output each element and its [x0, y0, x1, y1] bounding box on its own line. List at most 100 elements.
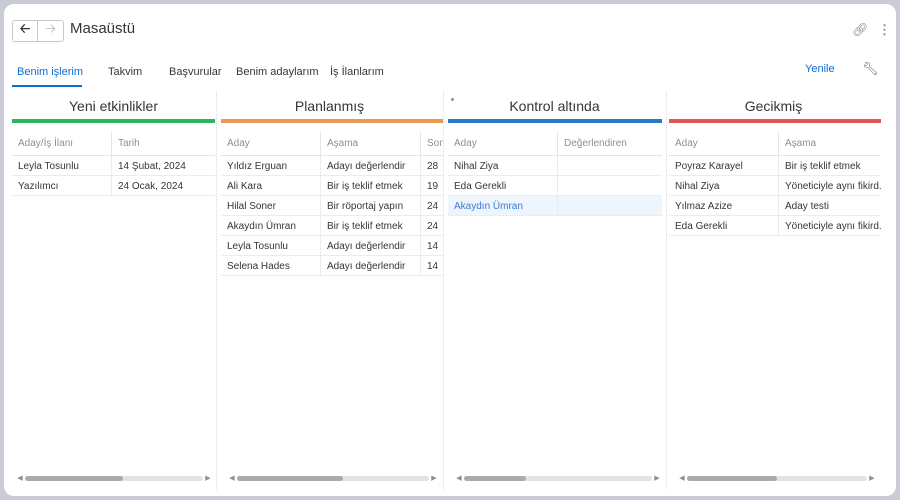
forward-button[interactable]: 🡢 [38, 21, 63, 41]
table-row[interactable]: Yılmaz Azize Aday testi [669, 196, 881, 216]
column-header[interactable]: Aday [669, 132, 779, 155]
column-new-activities: Yeni etkinlikler Aday/İş İlanı Tarih Ley… [12, 92, 215, 490]
table-body: Poyraz Karayel Bir iş teklif etmek Nihal… [669, 156, 881, 236]
table-row[interactable]: Ali Kara Bir iş teklif etmek 19 [221, 176, 443, 196]
table-body: Leyla Tosunlu 14 Şubat, 2024 Yazılımcı 2… [12, 156, 215, 196]
table-cell: Bir röportaj yapın [321, 196, 421, 215]
table-cell: Yazılımcı [12, 176, 112, 195]
scroll-left-icon[interactable]: ◀ [15, 474, 25, 482]
column-header[interactable]: Değerlendiren [558, 132, 662, 155]
table-cell: Bir iş teklif etmek [321, 216, 421, 235]
column-header[interactable]: Tarih [112, 132, 215, 155]
horizontal-scrollbar[interactable]: ◀ ▶ [15, 474, 213, 482]
table-cell: 24 [427, 221, 439, 232]
horizontal-scrollbar[interactable]: ◀ ▶ [454, 474, 662, 482]
column-header[interactable]: Aday [221, 132, 321, 155]
back-button[interactable]: 🡠 [13, 21, 38, 41]
table-cell: 14 [427, 241, 439, 252]
table-cell: Leyla Tosunlu [221, 236, 321, 255]
column-under-review: Kontrol altında Aday Değerlendiren Nihal… [443, 92, 665, 490]
table-row[interactable]: Hilal Soner Bir röportaj yapın 24 [221, 196, 443, 216]
table-cell: 14 [427, 261, 439, 272]
table-cell: Aday testi [785, 201, 829, 212]
tab-my-jobs[interactable]: Benim işlerim [12, 62, 83, 87]
column-title: Kontrol altında [509, 98, 600, 114]
table-cell: Yılmaz Azize [669, 196, 779, 215]
column-title: Yeni etkinlikler [69, 98, 158, 114]
table-header: Aday/İş İlanı Tarih [12, 132, 215, 156]
table-cell [558, 176, 662, 195]
table-cell: Yöneticiyle aynı fikird... [785, 221, 881, 232]
column-header[interactable]: Aday/İş İlanı [12, 132, 112, 155]
table-cell: 19 [427, 181, 439, 192]
table-cell: Ali Kara [221, 176, 321, 195]
column-header[interactable]: Aday [448, 132, 558, 155]
table-cell: Eda Gerekli [669, 216, 779, 235]
table-row[interactable]: Poyraz Karayel Bir iş teklif etmek [669, 156, 881, 176]
scrollbar-thumb[interactable] [464, 475, 527, 481]
wrench-icon[interactable]: 🔧︎ [862, 61, 879, 77]
column-title: Planlanmış [294, 98, 365, 114]
tab-applications[interactable]: Başvurular [169, 62, 222, 87]
table-cell: Bir iş teklif etmek [785, 161, 861, 172]
table-row[interactable]: Eda Gerekli [448, 176, 662, 196]
tab-calendar[interactable]: Takvim [108, 62, 146, 87]
table-row[interactable]: Nihal Ziya [448, 156, 662, 176]
horizontal-scrollbar[interactable]: ◀ ▶ [227, 474, 439, 482]
table-cell: Yıldız Erguan [221, 156, 321, 175]
table-cell: Nihal Ziya [669, 176, 779, 195]
scrollbar-thumb[interactable] [25, 475, 123, 481]
table-cell: Poyraz Karayel [669, 156, 779, 175]
scroll-left-icon[interactable]: ◀ [454, 474, 464, 482]
scroll-right-icon[interactable]: ▶ [652, 474, 662, 482]
scrollbar-track[interactable] [25, 475, 203, 481]
table-cell: Yöneticiyle aynı fikird... [785, 181, 881, 192]
table-header: Aday Aşama Son [221, 132, 443, 156]
scrollbar-track[interactable] [237, 475, 429, 481]
table-header: Aday Değerlendiren [448, 132, 662, 156]
table-row[interactable]: Selena Hades Adayı değerlendir 14 [221, 256, 443, 276]
table-body: Yıldız Erguan Adayı değerlendir 28 Ali K… [221, 156, 443, 276]
column-status-bar [669, 119, 881, 123]
column-header[interactable]: Aşama [779, 132, 881, 155]
tab-my-job-postings[interactable]: İş İlanlarım [330, 62, 390, 87]
horizontal-scrollbar[interactable]: ◀ ▶ [677, 474, 877, 482]
table-row[interactable]: Akaydın Ümran Bir iş teklif etmek 24 [221, 216, 443, 236]
scroll-left-icon[interactable]: ◀ [227, 474, 237, 482]
table-cell: Selena Hades [221, 256, 321, 275]
table-cell [558, 156, 662, 175]
arrow-left-icon: 🡠 [19, 21, 31, 36]
link-icon[interactable]: 🔗︎ [852, 22, 869, 38]
table-row[interactable]: Yıldız Erguan Adayı değerlendir 28 [221, 156, 443, 176]
scrollbar-thumb[interactable] [687, 475, 777, 481]
table-cell: 24 [427, 201, 439, 212]
scroll-right-icon[interactable]: ▶ [429, 474, 439, 482]
table-cell: Leyla Tosunlu [12, 156, 112, 175]
column-header[interactable]: Son [421, 132, 443, 155]
table-row[interactable]: Eda Gerekli Yöneticiyle aynı fikird... [669, 216, 881, 236]
table-cell: Adayı değerlendir [321, 236, 421, 255]
scroll-right-icon[interactable]: ▶ [203, 474, 213, 482]
table-row[interactable]: Nihal Ziya Yöneticiyle aynı fikird... [669, 176, 881, 196]
tab-bar: Benim işlerim Takvim Başvurular Benim ad… [12, 62, 390, 88]
table-cell: Bir iş teklif etmek [321, 176, 421, 195]
scrollbar-track[interactable] [687, 475, 867, 481]
table-cell: Adayı değerlendir [321, 256, 421, 275]
table-row[interactable]: Yazılımcı 24 Ocak, 2024 [12, 176, 215, 196]
scroll-left-icon[interactable]: ◀ [677, 474, 687, 482]
desktop-window: 🡠 🡢 Masaüstü 🔗︎ ⋮ Benim işlerim Takvim B… [4, 4, 896, 496]
table-row-selected[interactable]: Akaydın Ümran [448, 196, 662, 216]
table-cell [558, 196, 662, 215]
column-header[interactable]: Aşama [321, 132, 421, 155]
table-row[interactable]: Leyla Tosunlu 14 Şubat, 2024 [12, 156, 215, 176]
scrollbar-thumb[interactable] [237, 475, 343, 481]
more-vertical-icon[interactable]: ⋮ [878, 22, 891, 38]
table-row[interactable]: Leyla Tosunlu Adayı değerlendir 14 [221, 236, 443, 256]
scroll-right-icon[interactable]: ▶ [867, 474, 877, 482]
scrollbar-track[interactable] [464, 475, 652, 481]
refresh-button[interactable]: Yenile [805, 63, 835, 75]
table-cell: Akaydın Ümran [448, 196, 558, 215]
column-status-bar [12, 119, 215, 123]
tab-my-candidates[interactable]: Benim adaylarım [236, 62, 319, 87]
table-cell: 24 Ocak, 2024 [118, 181, 184, 192]
